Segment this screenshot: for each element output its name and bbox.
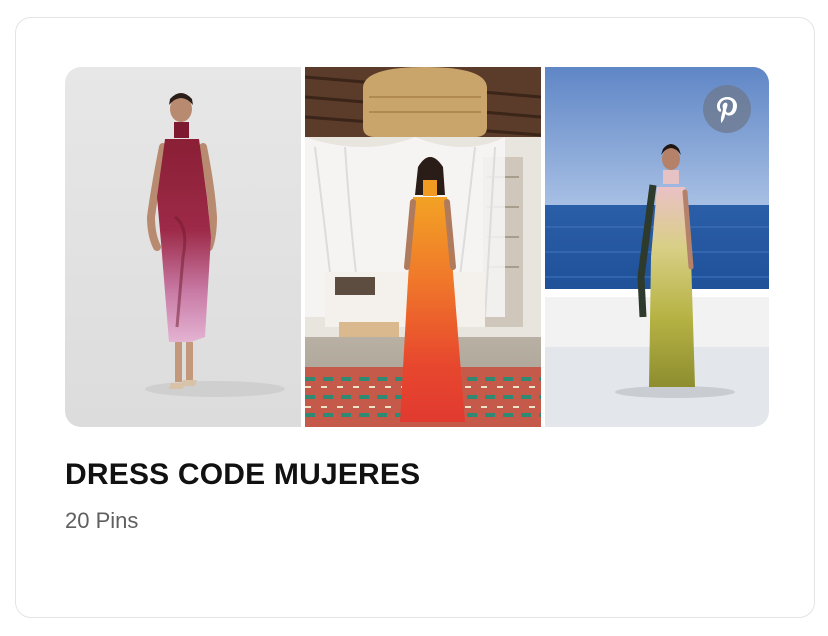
pin-image-2[interactable] [305,67,541,427]
pin-count: 20 Pins [65,508,139,533]
board-cover-collage[interactable] [65,67,769,427]
pin-image-3[interactable] [545,67,769,427]
board-card[interactable]: DRESS CODE MUJERES 20 Pins [15,17,815,618]
dress-photo-orange-gradient [305,67,541,427]
board-title[interactable]: DRESS CODE MUJERES [65,458,420,492]
dress-photo-halter-gradient [65,67,301,427]
pinterest-logo-icon [703,85,751,133]
pin-image-1[interactable] [65,67,301,427]
